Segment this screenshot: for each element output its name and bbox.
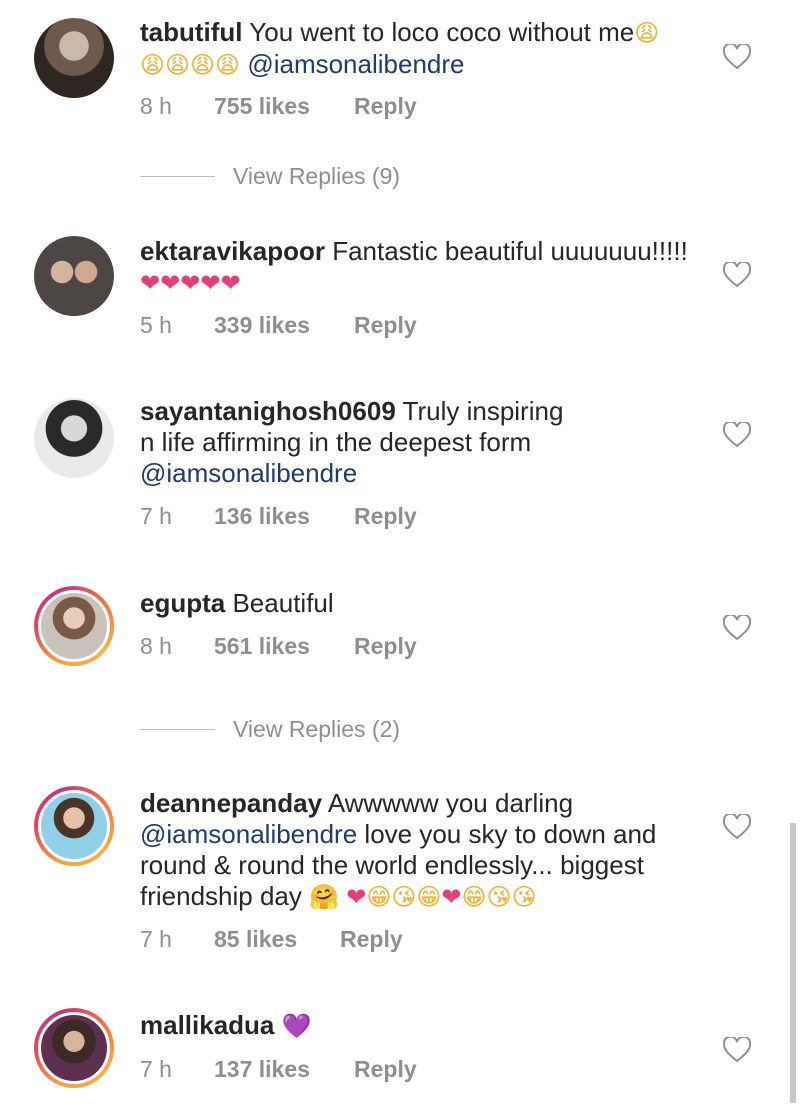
comment-username[interactable]: mallikadua [140, 1010, 274, 1040]
avatar-story-ring[interactable] [34, 586, 114, 666]
comment-meta: 7 h 137 likes Reply [140, 1056, 417, 1083]
reply-button[interactable]: Reply [354, 503, 417, 530]
comment-meta: 7 h 85 likes Reply [140, 926, 403, 953]
avatar-story-ring[interactable] [34, 786, 114, 866]
avatar[interactable] [34, 18, 114, 98]
emoji-group: 😁😘😘 [461, 883, 537, 911]
comment-body-line3: round & round the world endlessly... big… [140, 850, 644, 880]
comment-meta: 5 h 339 likes Reply [140, 312, 417, 339]
comment-time: 8 h [140, 633, 172, 659]
likes-count[interactable]: 755 likes [214, 93, 354, 120]
comment-body: Fantastic beautiful uuuuuuu!!!!! [332, 236, 688, 266]
emoji: 😩 [634, 19, 660, 47]
divider-line [140, 176, 215, 177]
emoji-group: 😩😩😩😩 [140, 51, 241, 79]
comment-username[interactable]: sayantanighosh0609 [140, 396, 396, 426]
mention-link[interactable]: @iamsonalibendre [247, 49, 464, 79]
comment-username[interactable]: egupta [140, 588, 225, 618]
comment-body-line1: Truly inspiring [402, 396, 564, 426]
avatar-story-ring[interactable] [34, 1008, 114, 1088]
comment-username[interactable]: deannepanday [140, 788, 322, 818]
avatar-photo [38, 1012, 110, 1084]
view-replies-label: View Replies (9) [233, 163, 401, 189]
avatar-photo [38, 590, 110, 662]
reply-button[interactable]: Reply [354, 1056, 417, 1083]
comment-time: 7 h [140, 926, 172, 952]
comment-meta: 8 h 561 likes Reply [140, 633, 417, 660]
like-heart-icon[interactable] [722, 812, 752, 842]
like-heart-icon[interactable] [722, 42, 752, 72]
view-replies-button[interactable]: View Replies (2) [140, 716, 400, 743]
likes-count[interactable]: 85 likes [214, 926, 340, 953]
comment-time: 8 h [140, 93, 172, 119]
comment-body: Beautiful [232, 588, 334, 618]
comment-body-line2: n life affirming in the deepest form [140, 427, 532, 457]
mention-link[interactable]: @iamsonalibendre [140, 819, 357, 849]
reply-button[interactable]: Reply [340, 926, 403, 953]
comment-text: mallikadua 💜 [140, 1010, 700, 1042]
likes-count[interactable]: 561 likes [214, 633, 354, 660]
reply-button[interactable]: Reply [354, 633, 417, 660]
mention-link[interactable]: @iamsonalibendre [140, 458, 357, 488]
comment-time: 7 h [140, 1056, 172, 1082]
comment-username[interactable]: tabutiful [140, 17, 243, 47]
comment-text: tabutiful You went to loco coco without … [140, 17, 700, 81]
like-heart-icon[interactable] [722, 1035, 752, 1065]
heart-emoji-group: ❤❤❤❤❤ [140, 269, 241, 297]
emoji: 🤗 [309, 883, 340, 911]
comment-meta: 7 h 136 likes Reply [140, 503, 417, 530]
heart-emoji: ❤ [441, 883, 462, 911]
comment-text: sayantanighosh0609 Truly inspiring n lif… [140, 396, 700, 489]
likes-count[interactable]: 136 likes [214, 503, 354, 530]
comment-text: egupta Beautiful [140, 588, 700, 619]
comment-text: deannepanday Awwwww you darling @iamsona… [140, 788, 700, 913]
heart-emoji: ❤ [346, 883, 367, 911]
comment-time: 7 h [140, 503, 172, 529]
view-replies-label: View Replies (2) [233, 716, 401, 742]
divider-line [140, 729, 215, 730]
purple-heart-emoji: 💜 [281, 1012, 312, 1040]
avatar[interactable] [34, 398, 114, 478]
like-heart-icon[interactable] [722, 420, 752, 450]
like-heart-icon[interactable] [722, 613, 752, 643]
comment-username[interactable]: ektaravikapoor [140, 236, 325, 266]
likes-count[interactable]: 137 likes [214, 1056, 354, 1083]
avatar[interactable] [34, 236, 114, 316]
like-heart-icon[interactable] [722, 260, 752, 290]
comment-body-line2: love you sky to down and [364, 819, 657, 849]
emoji-group: 😁😘😁 [366, 883, 442, 911]
comment-body: You went to loco coco without me [249, 17, 635, 47]
view-replies-button[interactable]: View Replies (9) [140, 163, 400, 190]
avatar-photo [38, 790, 110, 862]
comment-meta: 8 h 755 likes Reply [140, 93, 417, 120]
comment-body-line4: friendship day [140, 881, 302, 911]
comment-text: ektaravikapoor Fantastic beautiful uuuuu… [140, 236, 700, 299]
comment-body-line1: Awwwww you darling [327, 788, 574, 818]
scrollbar[interactable] [790, 823, 796, 1103]
reply-button[interactable]: Reply [354, 93, 417, 120]
comment-time: 5 h [140, 312, 172, 338]
likes-count[interactable]: 339 likes [214, 312, 354, 339]
reply-button[interactable]: Reply [354, 312, 417, 339]
